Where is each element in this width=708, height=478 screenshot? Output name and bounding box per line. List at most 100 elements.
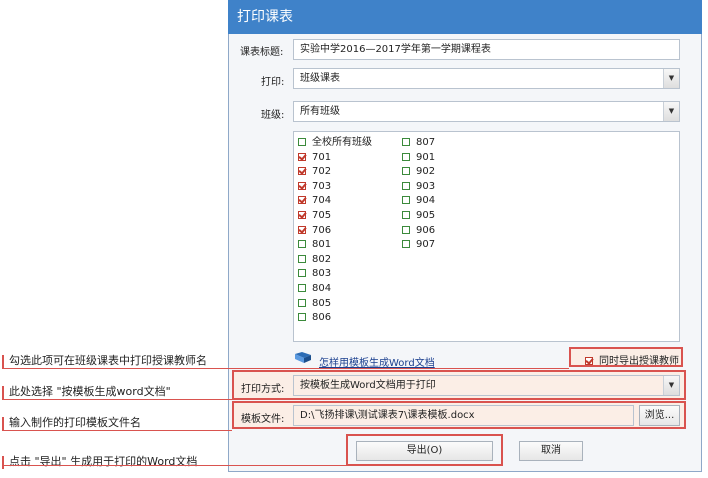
print-select-value: 班级课表 (300, 73, 340, 84)
browse-button[interactable]: 浏览... (639, 405, 680, 426)
title-label: 课表标题: (240, 47, 284, 58)
class-checkbox-label: 801 (312, 239, 332, 251)
unchecked-checkbox-icon (298, 254, 306, 263)
class-checkbox-label: 全校所有班级 (312, 137, 372, 148)
class-checklist: 全校所有班级 701 702 703 704 705 706 801 802 803 804 805 8… (293, 131, 680, 342)
print-mode-select[interactable]: 按模板生成Word文档用于打印 ▼ (293, 375, 680, 396)
class-checkbox[interactable]: 806 (298, 312, 331, 324)
class-checkbox[interactable]: 906 (402, 225, 435, 237)
class-checkbox[interactable]: 全校所有班级 (298, 137, 372, 149)
class-checkbox-label: 907 (416, 239, 436, 251)
class-checkbox-label: 804 (312, 283, 332, 294)
checked-checkbox-icon (298, 225, 306, 234)
chevron-down-icon[interactable]: ▼ (663, 102, 679, 121)
export-button[interactable]: 导出(O) (356, 441, 493, 461)
export-teacher-checkbox[interactable]: 同时导出授课教师 (585, 352, 679, 367)
unchecked-checkbox-icon (298, 138, 306, 146)
print-mode-value: 按模板生成Word文档用于打印 (300, 380, 436, 391)
unchecked-checkbox-icon (402, 181, 410, 190)
class-checkbox-label: 703 (312, 180, 332, 192)
class-checkbox[interactable]: 802 (298, 254, 331, 266)
class-select[interactable]: 所有班级 ▼ (293, 101, 680, 122)
checked-checkbox-icon (298, 152, 306, 161)
unchecked-checkbox-icon (298, 298, 306, 307)
class-checkbox[interactable]: 801 (298, 239, 331, 251)
class-checkbox-label: 806 (312, 312, 332, 324)
template-file-input[interactable]: D:\飞扬排课\测试课表7\课表模板.docx (293, 405, 634, 426)
class-checkbox-label: 803 (312, 268, 332, 280)
class-checkbox[interactable]: 703 (298, 181, 331, 193)
annotation-line (2, 430, 232, 431)
class-checkbox[interactable]: 807 (402, 137, 435, 149)
annotation-text: 点击 "导出" 生成用于打印的Word文档 (9, 455, 198, 468)
checkbox-icon (585, 357, 593, 365)
unchecked-checkbox-icon (298, 284, 306, 292)
checked-checkbox-icon (298, 211, 306, 219)
class-checkbox[interactable]: 702 (298, 166, 331, 178)
annotation-template-file: 输入制作的打印模板文件名 (2, 414, 141, 430)
class-checkbox-label: 706 (312, 224, 332, 236)
unchecked-checkbox-icon (298, 240, 306, 249)
class-checkbox[interactable]: 904 (402, 195, 435, 207)
class-checkbox-label: 802 (312, 253, 332, 265)
unchecked-checkbox-icon (402, 225, 410, 234)
class-checkbox-label: 901 (416, 151, 436, 163)
class-checkbox-label: 702 (312, 166, 332, 178)
class-checkbox[interactable]: 701 (298, 152, 331, 164)
annotation-export-teacher: 勾选此项可在班级课表中打印授课教师名 (2, 352, 207, 368)
class-checkbox[interactable]: 907 (402, 239, 435, 251)
unchecked-checkbox-icon (402, 152, 410, 161)
annotation-text: 勾选此项可在班级课表中打印授课教师名 (9, 354, 207, 367)
class-checkbox[interactable]: 902 (402, 166, 435, 178)
class-checkbox[interactable]: 706 (298, 225, 331, 237)
unchecked-checkbox-icon (402, 196, 410, 205)
annotation-line (2, 368, 569, 369)
dialog-title: 打印课表 (228, 0, 702, 34)
class-checkbox-label: 903 (416, 180, 436, 192)
annotation-text: 此处选择 "按模板生成word文档" (9, 385, 171, 398)
title-input[interactable]: 实验中学2016—2017学年第一学期课程表 (293, 39, 680, 60)
class-checkbox[interactable]: 905 (402, 210, 435, 222)
checked-checkbox-icon (298, 181, 306, 190)
class-checkbox[interactable]: 805 (298, 298, 331, 310)
class-checkbox-label: 805 (312, 297, 332, 309)
unchecked-checkbox-icon (402, 211, 410, 219)
print-label: 打印: (261, 77, 285, 88)
unchecked-checkbox-icon (402, 167, 410, 176)
class-checkbox-label: 906 (416, 224, 436, 236)
class-checkbox[interactable]: 705 (298, 210, 331, 222)
unchecked-checkbox-icon (402, 138, 410, 146)
class-checkbox[interactable]: 704 (298, 195, 331, 207)
class-checkbox-label: 905 (416, 210, 436, 221)
annotation-line (2, 465, 346, 466)
template-file-label: 模板文件: (241, 414, 285, 425)
class-checkbox-label: 807 (416, 137, 436, 148)
class-checkbox-label: 904 (416, 195, 436, 207)
export-teacher-label: 同时导出授课教师 (599, 356, 679, 367)
class-checkbox-label: 701 (312, 151, 332, 163)
chevron-down-icon[interactable]: ▼ (663, 69, 679, 88)
template-help-link[interactable]: 怎样用模板生成Word文档 (319, 354, 435, 369)
class-checkbox[interactable]: 803 (298, 268, 331, 280)
annotation-print-mode: 此处选择 "按模板生成word文档" (2, 383, 171, 399)
class-checkbox-label: 902 (416, 166, 436, 178)
word-doc-icon (293, 351, 313, 365)
unchecked-checkbox-icon (298, 313, 306, 322)
class-select-value: 所有班级 (300, 106, 340, 117)
class-checkbox[interactable]: 901 (402, 152, 435, 164)
checked-checkbox-icon (298, 167, 306, 176)
chevron-down-icon[interactable]: ▼ (663, 376, 679, 395)
annotation-line (2, 399, 232, 400)
annotation-text: 输入制作的打印模板文件名 (9, 416, 141, 429)
checked-checkbox-icon (298, 196, 306, 205)
annotation-export: 点击 "导出" 生成用于打印的Word文档 (2, 453, 197, 469)
class-checkbox[interactable]: 804 (298, 283, 331, 295)
class-checkbox[interactable]: 903 (402, 181, 435, 193)
cancel-button[interactable]: 取消 (519, 441, 583, 461)
print-select[interactable]: 班级课表 ▼ (293, 68, 680, 89)
class-checkbox-label: 704 (312, 195, 332, 207)
print-mode-label: 打印方式: (241, 384, 285, 395)
unchecked-checkbox-icon (298, 269, 306, 278)
unchecked-checkbox-icon (402, 240, 410, 249)
class-label: 班级: (261, 110, 285, 121)
